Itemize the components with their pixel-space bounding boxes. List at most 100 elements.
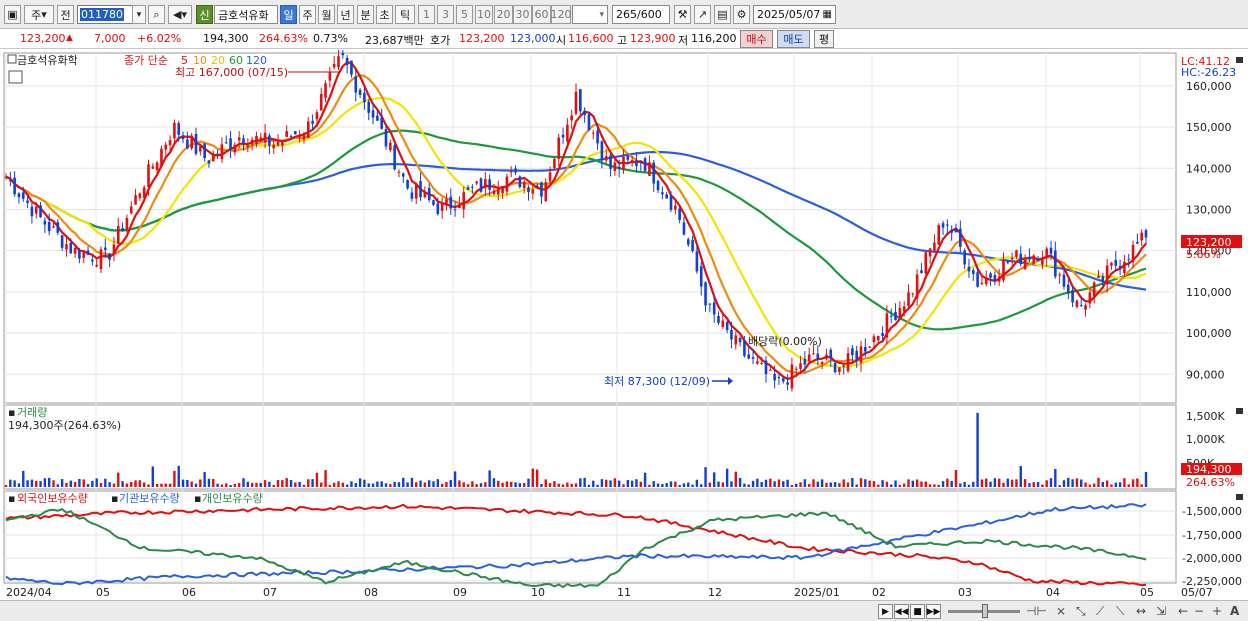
candle-body bbox=[648, 162, 651, 176]
period-tab-minute[interactable]: 분 bbox=[357, 5, 374, 24]
scroll-right-icon[interactable]: ▶ bbox=[878, 604, 893, 619]
volume-bar bbox=[289, 479, 293, 487]
date-field[interactable]: 2025/05/07 ▦ bbox=[753, 5, 836, 24]
candle-body bbox=[682, 222, 686, 235]
zoom-slider-handle[interactable] bbox=[982, 604, 988, 618]
stock-name-field[interactable]: 금호석유화 bbox=[214, 5, 278, 24]
volume-bar bbox=[164, 483, 167, 487]
candle-body bbox=[557, 137, 561, 159]
candle-body bbox=[1101, 276, 1105, 282]
candle-body bbox=[1097, 276, 1100, 278]
chart-area[interactable]: 160,000 150,000 140,000 130,000 120,000 110,0… bbox=[0, 49, 1248, 599]
volume-bar bbox=[130, 481, 133, 487]
volume-bar bbox=[535, 469, 539, 487]
bar-count-field[interactable]: 265/600 bbox=[612, 5, 670, 24]
volume-bar bbox=[807, 483, 811, 487]
candle-body bbox=[229, 138, 232, 150]
window-menu-icon[interactable]: ▣ bbox=[4, 5, 21, 24]
volume-bar bbox=[574, 483, 578, 487]
draw-tool-icon[interactable]: ↗ bbox=[694, 5, 711, 24]
interval-5[interactable]: 5 bbox=[456, 5, 473, 24]
sell-button[interactable]: 매도 bbox=[777, 30, 810, 48]
candle-body bbox=[829, 349, 833, 359]
rewind-icon[interactable]: ◀◀ bbox=[894, 604, 909, 619]
volume-bar bbox=[548, 483, 552, 487]
interval-3[interactable]: 3 bbox=[437, 5, 454, 24]
volume-bar bbox=[121, 481, 124, 487]
price-panel-close-icon[interactable] bbox=[1236, 57, 1243, 63]
candle-body bbox=[907, 292, 910, 306]
font-size-icon[interactable]: A bbox=[1230, 604, 1239, 618]
candle-body bbox=[915, 274, 919, 299]
period-tab-year[interactable]: 년 bbox=[337, 5, 354, 24]
interval-20[interactable]: 20 bbox=[494, 5, 513, 24]
price-chart-svg[interactable]: 160,000150,000140,000130,000120,000110,0… bbox=[0, 49, 1248, 599]
price-tick-label: 110,000 bbox=[1186, 286, 1232, 299]
candle-body bbox=[86, 250, 90, 255]
fast-forward-icon[interactable]: ▶▶ bbox=[926, 604, 941, 619]
eval-button[interactable]: 평 bbox=[814, 30, 834, 48]
candle-body bbox=[52, 226, 55, 228]
volume-bar bbox=[712, 472, 716, 487]
period-tab-tick[interactable]: 틱 bbox=[395, 5, 415, 24]
volume-bar bbox=[864, 479, 867, 487]
scroll-left-icon[interactable]: ← bbox=[1178, 604, 1188, 618]
volume-bar bbox=[9, 479, 12, 487]
period-tab-week[interactable]: 주 bbox=[299, 5, 316, 24]
volume-bar bbox=[276, 480, 280, 487]
stop-icon[interactable]: ■ bbox=[910, 604, 925, 619]
holding-panel-close-icon[interactable] bbox=[1236, 494, 1243, 500]
volume-bar bbox=[626, 479, 630, 487]
code-dropdown-icon[interactable]: ▾ bbox=[132, 5, 146, 24]
candle-body bbox=[889, 315, 893, 317]
table-toggle-icon[interactable] bbox=[8, 70, 23, 84]
expand-icon[interactable]: ⇲ bbox=[1156, 604, 1166, 618]
period-tab-month[interactable]: 월 bbox=[318, 5, 335, 24]
custom-interval-select[interactable]: ▾ bbox=[572, 5, 608, 24]
calendar-icon[interactable]: ▦ bbox=[823, 9, 832, 20]
interval-120[interactable]: 120 bbox=[551, 5, 572, 24]
holding-panel-menu[interactable]: ▪ bbox=[8, 492, 15, 505]
volume-panel-menu[interactable]: ▪ bbox=[8, 406, 15, 419]
volume-bar bbox=[259, 482, 262, 487]
prev-button[interactable]: 전 bbox=[57, 5, 74, 24]
trend-tool-icon[interactable]: ⟍ bbox=[1116, 604, 1124, 619]
volume-bar bbox=[630, 480, 634, 487]
interval-1[interactable]: 1 bbox=[418, 5, 435, 24]
volume-panel-close-icon[interactable] bbox=[1236, 408, 1243, 414]
crosshair-icon[interactable]: ⨯ bbox=[1056, 604, 1066, 618]
candle-body bbox=[812, 353, 815, 355]
zoom-in-icon[interactable]: + bbox=[1212, 604, 1222, 618]
period-tab-day[interactable]: 일 bbox=[280, 5, 297, 24]
candle-body bbox=[1114, 259, 1118, 266]
cursor-icon[interactable]: ⤡ bbox=[1076, 604, 1086, 619]
search-icon[interactable]: ⌕ bbox=[148, 5, 165, 24]
holding-tick-label: -1,500,000 bbox=[1182, 505, 1242, 518]
zoom-range-icon[interactable]: ⊣⊢ bbox=[1026, 604, 1047, 618]
period-tab-second[interactable]: 초 bbox=[376, 5, 393, 24]
candle-body bbox=[246, 145, 250, 147]
candle-body bbox=[1127, 258, 1131, 260]
zoom-out-icon[interactable]: − bbox=[1194, 604, 1204, 618]
interval-30[interactable]: 30 bbox=[513, 5, 532, 24]
indicator-icon[interactable]: ⚒ bbox=[674, 5, 691, 24]
volume-bar bbox=[203, 472, 206, 487]
current-price: 123,200 bbox=[20, 32, 66, 45]
candle-body bbox=[488, 179, 491, 190]
volume-bar bbox=[56, 484, 60, 487]
speaker-icon[interactable]: ◀▾ bbox=[168, 5, 192, 24]
volume-bar bbox=[363, 479, 366, 487]
interval-60[interactable]: 60 bbox=[532, 5, 551, 24]
interval-10[interactable]: 10 bbox=[475, 5, 493, 24]
volume-bar bbox=[423, 482, 427, 487]
pan-icon[interactable]: ↔ bbox=[1136, 604, 1146, 618]
line-tool-icon[interactable]: ⟋ bbox=[1096, 604, 1104, 619]
period-select[interactable]: 주 ▾ bbox=[24, 5, 54, 24]
candle-body bbox=[1049, 247, 1053, 254]
volume-bar bbox=[73, 481, 77, 487]
volume-bar bbox=[583, 477, 586, 487]
volume-bar bbox=[786, 479, 789, 487]
save-icon[interactable]: ▤ bbox=[714, 5, 731, 24]
buy-button[interactable]: 매수 bbox=[740, 30, 773, 48]
gear-icon[interactable]: ⚙ bbox=[733, 5, 750, 24]
